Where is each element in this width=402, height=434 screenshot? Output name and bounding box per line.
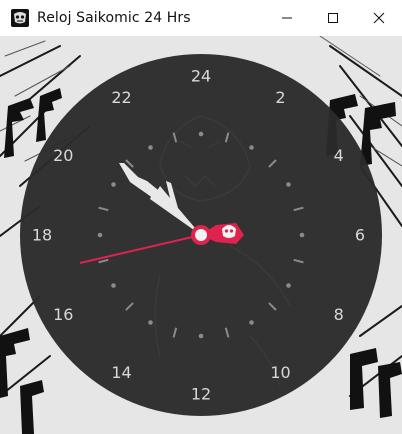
tick-dot (111, 283, 116, 288)
window-controls (264, 0, 402, 36)
minimize-button[interactable] (264, 0, 310, 36)
tick-dot (97, 232, 103, 238)
tick-dot (148, 320, 153, 325)
tick-dot (249, 145, 254, 150)
maximize-icon (328, 13, 338, 23)
title-bar[interactable]: Reloj Saikomic 24 Hrs (0, 0, 402, 36)
tick-dot (198, 333, 204, 339)
tick-dot (148, 145, 153, 150)
hour-label: 24 (191, 67, 211, 86)
tick-dot (198, 131, 204, 137)
tick-dot (111, 182, 116, 187)
hour-label: 18 (32, 226, 52, 245)
app-window: Reloj Saikomic 24 Hrs 24 2 4 6 8 10 12 1… (0, 0, 402, 434)
tick-dot (299, 232, 305, 238)
app-icon (11, 9, 29, 27)
close-button[interactable] (356, 0, 402, 36)
hour-label: 4 (334, 146, 344, 165)
hour-label: 14 (111, 363, 131, 382)
hour-label: 6 (355, 226, 365, 245)
hour-label: 2 (275, 88, 285, 107)
hour-label: 8 (334, 305, 344, 324)
window-title: Reloj Saikomic 24 Hrs (37, 10, 191, 26)
hour-label: 10 (270, 363, 290, 382)
tick-dot (286, 182, 291, 187)
maximize-button[interactable] (310, 0, 356, 36)
clock-face: 24246810121416182022 (20, 54, 382, 416)
hour-label: 16 (53, 305, 73, 324)
clock-area: 24 2 4 6 8 10 12 14 16 18 20 22 (0, 36, 402, 434)
hour-label: 22 (111, 88, 131, 107)
minimize-icon (282, 17, 292, 19)
tick-dot (249, 320, 254, 325)
close-icon (373, 12, 385, 24)
hour-label: 20 (53, 146, 73, 165)
tick-dot (286, 283, 291, 288)
hour-label: 12 (191, 385, 211, 404)
